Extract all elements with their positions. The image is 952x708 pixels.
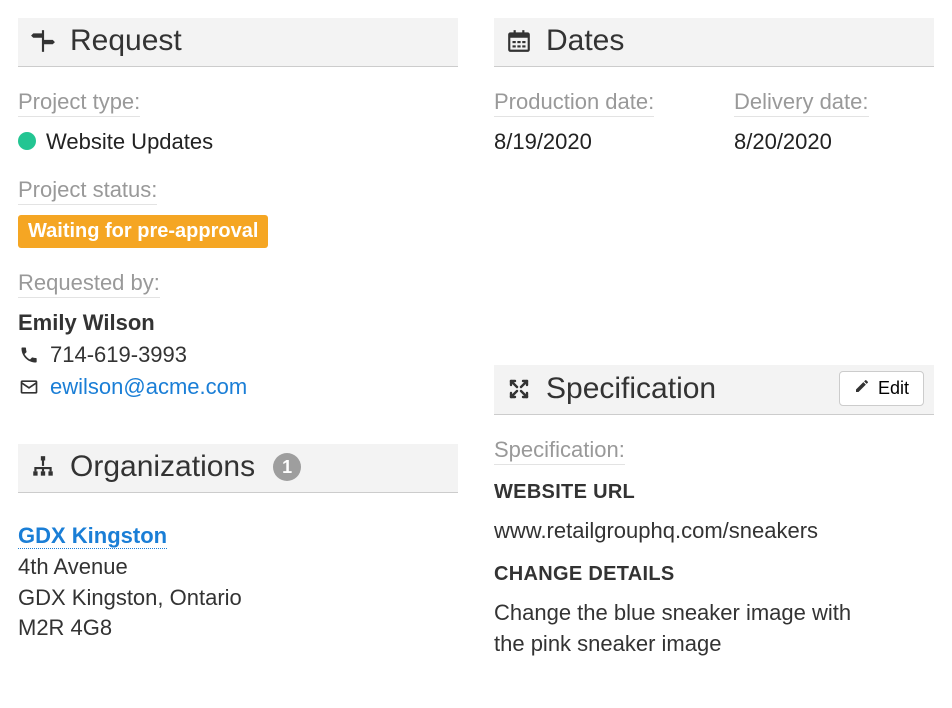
project-type-value: Website Updates xyxy=(18,129,458,155)
edit-button-label: Edit xyxy=(878,378,909,399)
requester-name: Emily Wilson xyxy=(18,310,458,336)
organizations-panel-title: Organizations xyxy=(70,450,255,484)
project-type-label: Project type: xyxy=(18,89,140,117)
specification-label: Specification: xyxy=(494,437,625,465)
phone-icon xyxy=(18,345,40,365)
request-panel-header: Request xyxy=(18,18,458,67)
calendar-icon xyxy=(504,26,534,56)
spec-change-heading: CHANGE DETAILS xyxy=(494,563,934,586)
signpost-icon xyxy=(28,26,58,56)
delivery-date-value: 8/20/2020 xyxy=(734,129,934,155)
organization-address-line2: GDX Kingston, Ontario xyxy=(18,585,242,610)
production-date-label: Production date: xyxy=(494,89,654,117)
dates-panel-header: Dates xyxy=(494,18,934,67)
requested-by-label: Requested by: xyxy=(18,270,160,298)
delivery-date-label: Delivery date: xyxy=(734,89,869,117)
organization-postal: M2R 4G8 xyxy=(18,615,112,640)
edit-button[interactable]: Edit xyxy=(839,371,924,406)
project-status-label: Project status: xyxy=(18,177,157,205)
expand-arrows-icon xyxy=(504,374,534,404)
status-dot-icon xyxy=(18,132,36,150)
spec-url-value: www.retailgrouphq.com/sneakers xyxy=(494,516,874,547)
pencil-icon xyxy=(854,378,870,399)
specification-panel-title: Specification xyxy=(546,372,827,406)
production-date-value: 8/19/2020 xyxy=(494,129,694,155)
requester-phone-row: 714-619-3993 xyxy=(18,342,458,368)
requester-email-link[interactable]: ewilson@acme.com xyxy=(50,374,247,400)
spec-url-heading: WEBSITE URL xyxy=(494,481,934,504)
organization-link[interactable]: GDX Kingston xyxy=(18,523,167,549)
organization-item: GDX Kingston 4th Avenue GDX Kingston, On… xyxy=(18,521,458,644)
envelope-icon xyxy=(18,377,40,397)
sitemap-icon xyxy=(28,452,58,482)
status-badge: Waiting for pre-approval xyxy=(18,215,268,248)
organizations-count-badge: 1 xyxy=(273,453,301,481)
project-type-text: Website Updates xyxy=(46,129,213,154)
spec-change-text: Change the blue sneaker image with the p… xyxy=(494,598,874,660)
organization-address-line1: 4th Avenue xyxy=(18,554,128,579)
organizations-panel-header: Organizations 1 xyxy=(18,444,458,493)
requester-email-row: ewilson@acme.com xyxy=(18,374,458,400)
requester-phone: 714-619-3993 xyxy=(50,342,187,368)
request-panel-title: Request xyxy=(70,24,448,58)
dates-panel-title: Dates xyxy=(546,24,924,58)
specification-panel-header: Specification Edit xyxy=(494,365,934,415)
